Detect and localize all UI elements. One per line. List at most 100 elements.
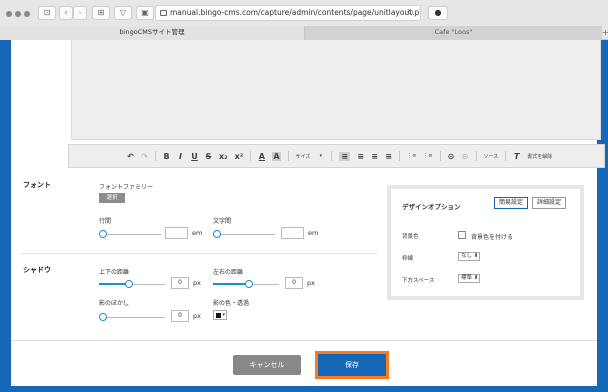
slider-knob[interactable] (125, 280, 133, 288)
browser-chrome: ⊡ ‹ › ⊞ ▽ ▣ manual.bingo-cms.com/capture… (0, 0, 608, 40)
shadow-horizontal-label: 左右の距離 (213, 269, 244, 276)
toolbar-divider (475, 151, 477, 161)
shadow-color-picker[interactable]: ▾ (213, 310, 227, 320)
shadow-vertical-unit: px (193, 279, 201, 287)
align-left-button[interactable]: ≡ (339, 151, 351, 161)
reload-icon[interactable]: ↻ (407, 6, 414, 20)
page-icon (160, 10, 167, 16)
line-height-input[interactable] (165, 227, 188, 239)
shadow-horizontal-input[interactable]: 0 (285, 277, 303, 289)
italic-button[interactable]: I (177, 152, 184, 161)
font-select-button[interactable]: 選択 (99, 193, 125, 203)
shadow-blur-label: 影のぼかし (99, 300, 130, 307)
pocket-icon[interactable]: ▽ (114, 6, 132, 20)
align-justify-button[interactable]: ≡ (385, 152, 392, 161)
toolbar-divider (155, 151, 156, 161)
clear-format-button[interactable]: 書式を解除 (527, 153, 552, 160)
maximize-window-icon[interactable] (24, 11, 30, 17)
page-background: ↶ ↷ B I U S x₂ x² A A サイズ ▾ ≡ ≡ ≡ ≡ ⋮≡ ⋮… (0, 40, 608, 392)
forward-icon[interactable]: › (73, 6, 87, 20)
simple-settings-button[interactable]: 簡易設定 (494, 197, 528, 209)
font-size-select[interactable]: サイズ (296, 153, 311, 160)
toolbar-divider (331, 151, 333, 161)
minimize-window-icon[interactable] (15, 11, 21, 17)
line-height-slider[interactable] (99, 230, 161, 238)
bg-color-checkbox-label: 背景色を付ける (471, 234, 514, 241)
unordered-list-button[interactable]: ⋮≡ (423, 153, 432, 159)
toolbar-divider (287, 151, 289, 161)
url-text: manual.bingo-cms.com/capture/admin/conte… (170, 8, 420, 17)
shadow-vertical-slider[interactable] (99, 280, 165, 288)
tab-bar: bingoCMSサイト管理 Cafe "Loos" + (0, 26, 608, 40)
slider-knob[interactable] (99, 230, 107, 238)
toolbar-divider (250, 151, 252, 161)
undo-icon[interactable]: ↶ (127, 152, 134, 161)
save-highlight: 保存 (315, 351, 389, 379)
modal-panel: ↶ ↷ B I U S x₂ x² A A サイズ ▾ ≡ ≡ ≡ ≡ ⋮≡ ⋮… (11, 40, 605, 386)
text-color-button[interactable]: A (258, 152, 265, 161)
cancel-button[interactable]: キャンセル (233, 355, 301, 375)
slider-knob[interactable] (99, 313, 107, 321)
save-button[interactable]: 保存 (318, 354, 386, 376)
detail-settings-button[interactable]: 詳細設定 (532, 197, 566, 209)
address-bar[interactable]: manual.bingo-cms.com/capture/admin/conte… (155, 5, 421, 21)
strikethrough-button[interactable]: S (205, 152, 212, 161)
editor-toolbar: ↶ ↷ B I U S x₂ x² A A サイズ ▾ ≡ ≡ ≡ ≡ ⋮≡ ⋮… (68, 144, 605, 168)
ordered-list-button[interactable]: ⋮≡ (407, 153, 416, 159)
bottom-space-select[interactable]: 標準 ⬍ (458, 274, 480, 283)
new-tab-icon[interactable]: + (602, 26, 608, 40)
extension-icon[interactable]: ▣ (136, 6, 154, 20)
shadow-blur-unit: px (193, 312, 201, 320)
unlink-icon[interactable]: ⊝ (462, 152, 469, 161)
shadow-horizontal-slider[interactable] (213, 280, 279, 288)
section-divider (21, 253, 377, 254)
redo-icon[interactable]: ↷ (141, 152, 148, 161)
link-icon[interactable]: ⊝ (448, 152, 455, 161)
tab-cafe-loos[interactable]: Cafe "Loos" (305, 26, 602, 40)
superscript-button[interactable]: x² (235, 152, 244, 161)
font-family-label: フォントファミリー (99, 184, 154, 191)
clear-format-icon: T (514, 151, 520, 161)
shadow-vertical-label: 上下の距離 (99, 269, 130, 276)
color-swatch (216, 313, 221, 318)
bold-button[interactable]: B (163, 152, 170, 161)
align-center-button[interactable]: ≡ (357, 152, 364, 161)
design-options-title: デザインオプション (402, 203, 461, 211)
toolbar-divider (439, 151, 441, 161)
bottom-space-label: 下方スペース (402, 278, 435, 284)
bg-color-button[interactable]: A (272, 151, 281, 161)
shadow-blur-slider[interactable] (99, 313, 165, 321)
shadow-section-label: シャドウ (23, 266, 51, 274)
slider-knob[interactable] (213, 230, 221, 238)
letter-spacing-input[interactable] (281, 227, 304, 239)
close-window-icon[interactable] (6, 11, 12, 17)
source-button[interactable]: ソース (484, 153, 499, 160)
bg-color-checkbox[interactable] (458, 231, 466, 239)
extension-o-icon[interactable]: ● (428, 6, 448, 20)
line-height-label: 行間 (99, 218, 112, 225)
border-label: 枠線 (402, 256, 414, 262)
subscript-button[interactable]: x₂ (219, 152, 228, 161)
letter-spacing-label: 文字間 (213, 218, 232, 225)
shadow-vertical-input[interactable]: 0 (171, 277, 189, 289)
chevron-down-icon: ▾ (319, 153, 323, 159)
line-height-unit: em (192, 229, 203, 237)
letter-spacing-unit: em (308, 229, 319, 237)
tab-bingo-cms[interactable]: bingoCMSサイト管理 (0, 26, 305, 40)
share-icon[interactable]: ⊞ (92, 6, 110, 20)
slider-knob[interactable] (245, 280, 253, 288)
shadow-color-label: 影の色・透過 (213, 300, 250, 307)
text-editor-area[interactable] (71, 40, 601, 140)
chevron-down-icon: ▾ (222, 312, 225, 318)
align-right-button[interactable]: ≡ (371, 152, 378, 161)
shadow-blur-input[interactable]: 0 (171, 310, 189, 322)
underline-button[interactable]: U (191, 152, 198, 161)
modal-footer: キャンセル 保存 (11, 340, 597, 386)
slider-fill (213, 283, 249, 285)
toolbar-divider (505, 151, 507, 161)
back-icon[interactable]: ‹ (59, 6, 73, 20)
sidebar-icon[interactable]: ⊡ (38, 6, 56, 20)
border-select[interactable]: なし ⬍ (458, 252, 480, 261)
letter-spacing-slider[interactable] (213, 230, 275, 238)
font-section-label: フォント (23, 181, 51, 189)
